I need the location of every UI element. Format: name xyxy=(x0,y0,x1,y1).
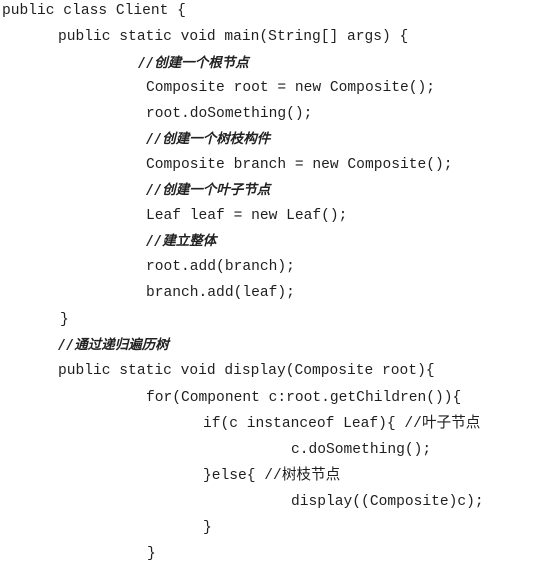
code-line-display-decl: public static void display(Composite roo… xyxy=(58,363,435,379)
code-line-root-dosomething: root.doSomething(); xyxy=(146,106,313,122)
code-line-else: }else{ //树枝节点 xyxy=(203,468,341,484)
code-line-root-add: root.add(branch); xyxy=(146,259,295,275)
code-line-display-call: display((Composite)c); xyxy=(291,494,484,510)
code-comment-build-whole: //建立整体 xyxy=(146,233,217,249)
code-line-root-new: Composite root = new Composite(); xyxy=(146,80,436,96)
code-line-for-loop: for(Component c:root.getChildren()){ xyxy=(146,390,462,406)
code-line-branch-add: branch.add(leaf); xyxy=(146,285,295,301)
code-line-leaf-new: Leaf leaf = new Leaf(); xyxy=(146,208,348,224)
code-line-main-decl: public static void main(String[] args) { xyxy=(58,29,409,45)
code-comment-create-leaf: //创建一个叶子节点 xyxy=(146,182,271,198)
code-comment-create-root: //创建一个根节点 xyxy=(138,55,249,71)
code-line-for-close: } xyxy=(147,546,156,562)
code-line-if-close: } xyxy=(203,520,212,536)
code-comment-recursive: //通过递归遍历树 xyxy=(58,337,169,353)
code-listing: public class Client { public static void… xyxy=(0,0,553,569)
code-line-class-decl: public class Client { xyxy=(2,3,186,19)
code-comment-create-branch: //创建一个树枝构件 xyxy=(146,131,271,147)
code-line-main-close: } xyxy=(60,312,69,328)
code-line-c-dosomething: c.doSomething(); xyxy=(291,442,432,458)
code-line-branch-new: Composite branch = new Composite(); xyxy=(146,157,453,173)
code-line-if-leaf: if(c instanceof Leaf){ //叶子节点 xyxy=(203,416,481,432)
